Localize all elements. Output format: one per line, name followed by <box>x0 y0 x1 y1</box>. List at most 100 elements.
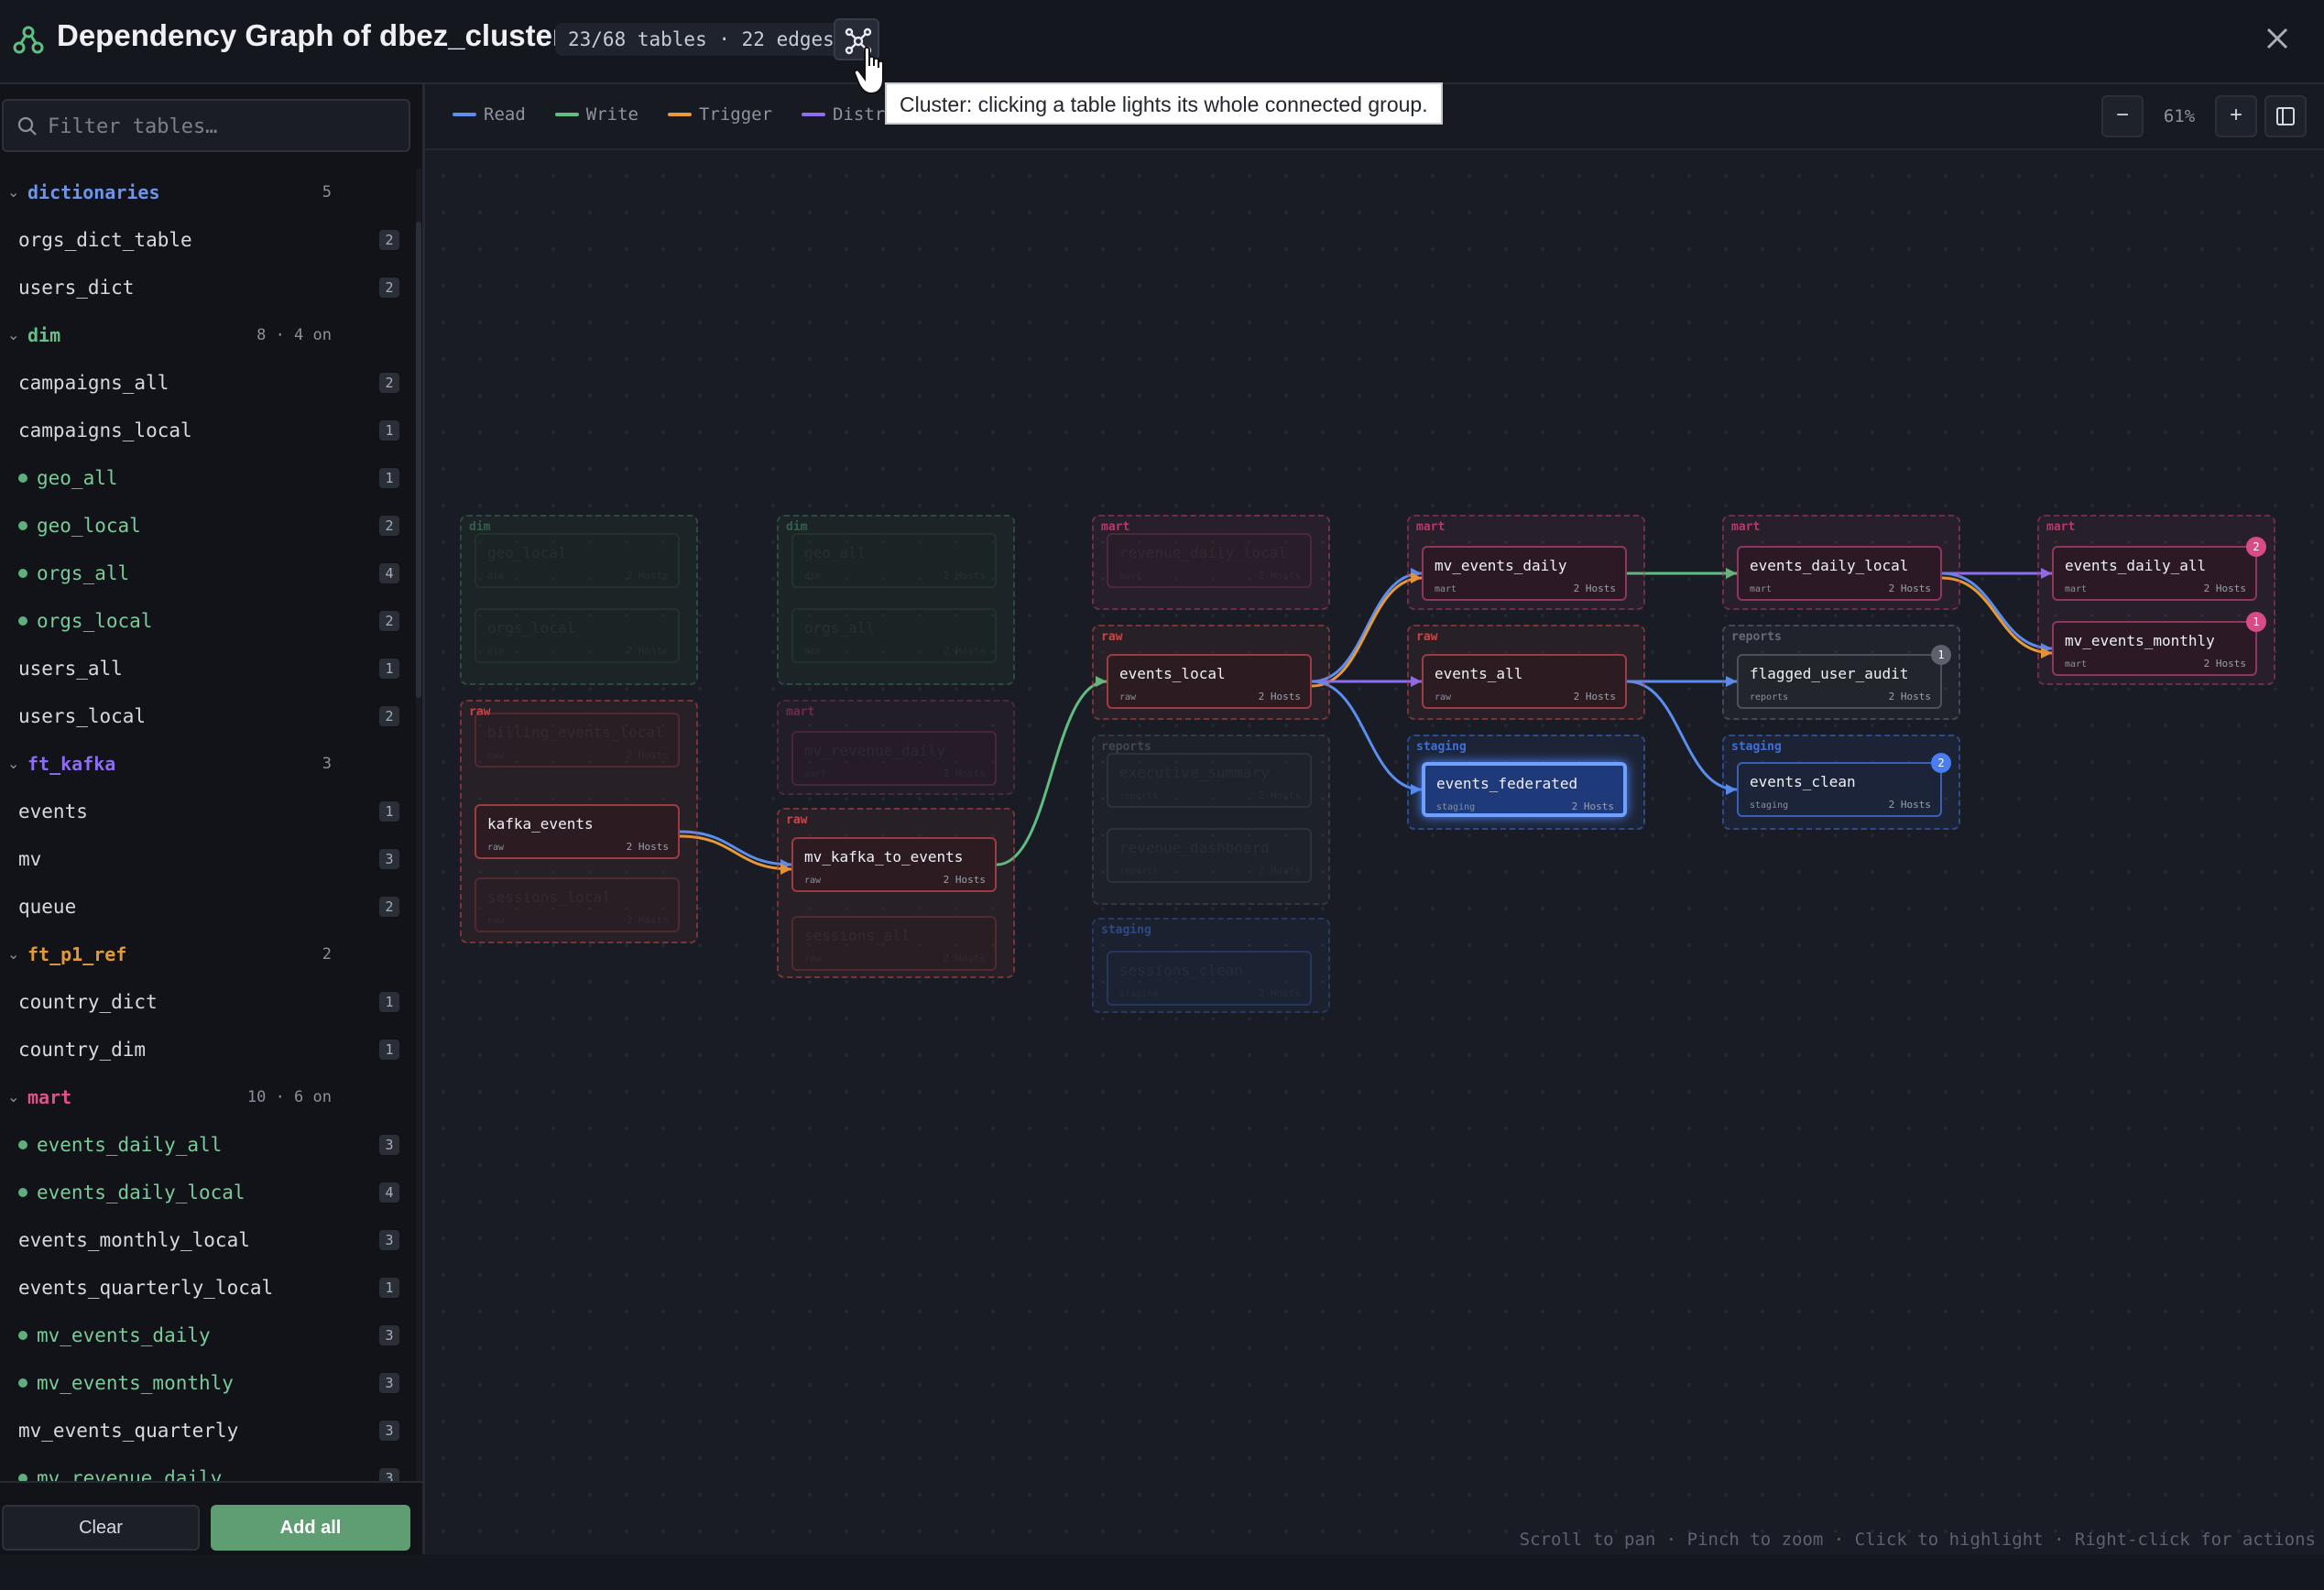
table-item-mv_events_daily[interactable]: mv_events_daily 3 <box>0 1312 410 1359</box>
node-name: kafka_events <box>487 815 594 833</box>
clear-button[interactable]: Clear <box>2 1505 200 1551</box>
node-revenue_daily_local[interactable]: revenue_daily_local mart 2 Hosts <box>1107 533 1312 588</box>
add-all-button[interactable]: Add all <box>211 1505 410 1551</box>
table-name: events_daily_all <box>37 1134 223 1156</box>
group-mart[interactable]: ⌄ mart 10 · 6 on <box>0 1073 410 1121</box>
table-item-events_daily_all[interactable]: events_daily_all 3 <box>0 1121 410 1169</box>
legend-item-trigger: Trigger <box>667 104 772 125</box>
table-item-orgs_dict_table[interactable]: orgs_dict_table 2 <box>0 216 410 264</box>
node-executive_summary[interactable]: executive_summary reports 2 Hosts <box>1107 753 1312 808</box>
table-count: 3 <box>379 1373 399 1393</box>
zoom-in-button[interactable]: + <box>2215 95 2257 137</box>
legend-label: Write <box>585 104 638 125</box>
group-count: 8 · 4 on <box>256 326 332 344</box>
sidebar-scrollbar-thumb[interactable] <box>416 222 421 698</box>
table-name: users_all <box>18 658 123 680</box>
node-events_federated[interactable]: events_federated staging 2 Hosts <box>1422 762 1627 817</box>
node-revenue_dashboard[interactable]: revenue_dashboard reports 2 Hosts <box>1107 828 1312 883</box>
node-events_local[interactable]: events_local raw 2 Hosts <box>1107 654 1312 709</box>
group-dim[interactable]: ⌄ dim 8 · 4 on <box>0 311 410 359</box>
table-tree: ⌄ dictionaries 5 orgs_dict_table 2 users_d… <box>0 169 410 1502</box>
node-events_clean[interactable]: events_clean staging 2 Hosts 2 <box>1737 753 1951 817</box>
node-mv_events_monthly[interactable]: mv_events_monthly mart 2 Hosts 1 <box>2052 612 2266 676</box>
graph-canvas-area[interactable]: dim dim raw mart raw mart raw reports staging mar… <box>425 84 2324 1554</box>
table-item-orgs_all[interactable]: orgs_all 4 <box>0 550 410 597</box>
node-geo_all[interactable]: geo_all dim 2 Hosts <box>791 533 997 588</box>
table-item-events[interactable]: events 1 <box>0 788 410 835</box>
table-item-events_quarterly_local[interactable]: events_quarterly_local 1 <box>0 1264 410 1312</box>
graph-nodes-layer: dim dim raw mart raw mart raw reports staging mar… <box>425 84 2324 1554</box>
node-name: geo_local <box>487 544 567 561</box>
node-sessions_local[interactable]: sessions_local raw 2 Hosts <box>475 877 680 932</box>
fit-view-button[interactable] <box>2264 95 2307 137</box>
table-count: 2 <box>379 897 399 917</box>
node-name: geo_all <box>804 544 867 561</box>
table-item-users_dict[interactable]: users_dict 2 <box>0 264 410 311</box>
node-orgs_all[interactable]: orgs_all dim 2 Hosts <box>791 608 997 663</box>
table-count: 1 <box>379 992 399 1012</box>
table-item-country_dict[interactable]: country_dict 1 <box>0 978 410 1026</box>
node-sessions_all[interactable]: sessions_all raw 2 Hosts <box>791 916 997 971</box>
node-events_daily_all[interactable]: events_daily_all mart 2 Hosts 2 <box>2052 537 2266 601</box>
group-name: dictionaries <box>27 181 160 203</box>
node-events_all[interactable]: events_all raw 2 Hosts <box>1422 654 1627 709</box>
node-kafka_events[interactable]: kafka_events raw 2 Hosts <box>475 804 680 859</box>
filter-field[interactable] <box>2 99 410 152</box>
table-name: country_dim <box>18 1039 147 1061</box>
group-count: 2 <box>322 945 332 964</box>
table-item-campaigns_local[interactable]: campaigns_local 1 <box>0 407 410 454</box>
fit-view-icon <box>2276 107 2295 125</box>
table-item-users_all[interactable]: users_all 1 <box>0 645 410 692</box>
table-item-events_monthly_local[interactable]: events_monthly_local 3 <box>0 1216 410 1264</box>
node-name: mv_events_daily <box>1435 557 1567 574</box>
table-item-mv[interactable]: mv 3 <box>0 835 410 883</box>
table-item-queue[interactable]: queue 2 <box>0 883 410 931</box>
node-mv_kafka_to_events[interactable]: mv_kafka_to_events raw 2 Hosts <box>791 837 997 892</box>
zoom-out-button[interactable]: − <box>2101 95 2144 137</box>
table-count: 1 <box>379 659 399 679</box>
group-name: ft_p1_ref <box>27 943 127 965</box>
table-item-orgs_local[interactable]: orgs_local 2 <box>0 597 410 645</box>
table-item-country_dim[interactable]: country_dim 1 <box>0 1026 410 1073</box>
table-item-geo_all[interactable]: geo_all 1 <box>0 454 410 502</box>
table-count: 1 <box>379 1278 399 1298</box>
group-box-label: raw <box>1416 630 1438 644</box>
table-name: country_dict <box>18 991 158 1013</box>
node-geo_local[interactable]: geo_local dim 2 Hosts <box>475 533 680 588</box>
group-dictionaries[interactable]: ⌄ dictionaries 5 <box>0 169 410 216</box>
group-ft_p1_ref[interactable]: ⌄ ft_p1_ref 2 <box>0 931 410 978</box>
graph-logo-icon <box>13 26 44 54</box>
table-count: 4 <box>379 1182 399 1203</box>
node-category: raw <box>804 954 822 964</box>
node-name: mv_kafka_to_events <box>804 848 964 866</box>
node-orgs_local[interactable]: orgs_local dim 2 Hosts <box>475 608 680 663</box>
node-sessions_clean[interactable]: sessions_clean staging 2 Hosts <box>1107 951 1312 1006</box>
table-name: events_daily_local <box>37 1182 245 1203</box>
close-icon[interactable] <box>2259 20 2296 57</box>
table-item-users_local[interactable]: users_local 2 <box>0 692 410 740</box>
group-ft_kafka[interactable]: ⌄ ft_kafka 3 <box>0 740 410 788</box>
node-flagged_user_audit[interactable]: flagged_user_audit reports 2 Hosts 1 <box>1737 645 1951 709</box>
node-hosts: 2 Hosts <box>626 749 669 761</box>
group-box-label: mart <box>2046 520 2076 534</box>
chevron-down-icon: ⌄ <box>7 328 20 343</box>
group-box-label: raw <box>1101 630 1123 644</box>
table-item-geo_local[interactable]: geo_local 2 <box>0 502 410 550</box>
chevron-down-icon: ⌄ <box>7 947 20 963</box>
group-box-label: staging <box>1416 740 1467 754</box>
table-name: orgs_local <box>37 610 153 632</box>
node-billing_events_local[interactable]: billing_events_local raw 2 Hosts <box>475 713 680 768</box>
table-item-mv_events_monthly[interactable]: mv_events_monthly 3 <box>0 1359 410 1407</box>
table-item-mv_events_quarterly[interactable]: mv_events_quarterly 3 <box>0 1407 410 1454</box>
node-name: events_federated <box>1436 775 1578 792</box>
node-hosts: 2 Hosts <box>626 841 669 853</box>
node-mv_revenue_daily[interactable]: mv_revenue_daily mart 2 Hosts <box>791 731 997 786</box>
node-mv_events_daily[interactable]: mv_events_daily mart 2 Hosts <box>1422 546 1627 601</box>
table-item-campaigns_all[interactable]: campaigns_all 2 <box>0 359 410 407</box>
filter-tables-input[interactable] <box>48 110 396 143</box>
table-item-events_daily_local[interactable]: events_daily_local 4 <box>0 1169 410 1216</box>
graph-hint: Scroll to pan · Pinch to zoom · Click to… <box>1519 1530 2316 1550</box>
node-category: raw <box>804 876 822 886</box>
node-hosts: 2 Hosts <box>1888 583 1931 594</box>
node-events_daily_local[interactable]: events_daily_local mart 2 Hosts <box>1737 546 1942 601</box>
